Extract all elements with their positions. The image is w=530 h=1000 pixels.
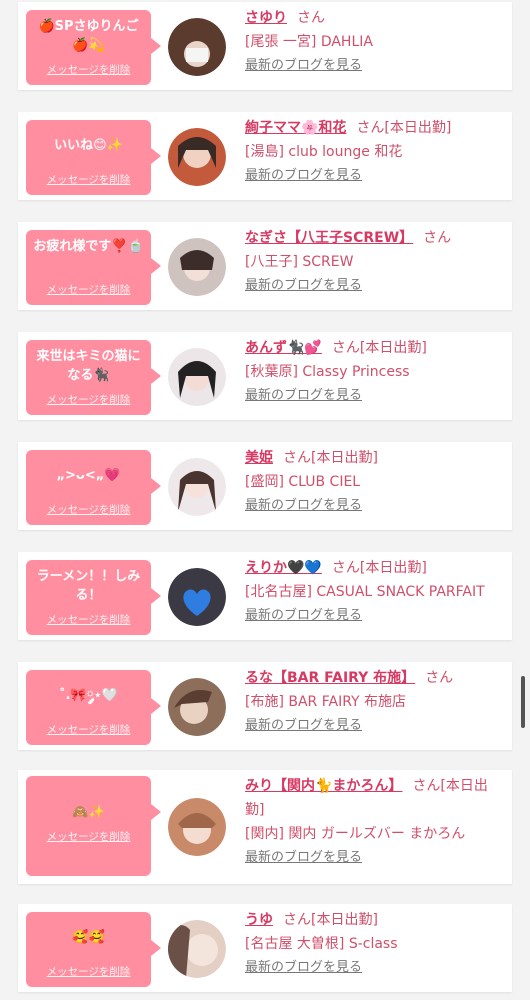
shop-label: [関内] 関内 ガールズバー まかろん <box>245 826 466 842</box>
message-bubble: 来世はキミの猫になる🐈‍⬛ メッセージを削除 <box>26 340 161 415</box>
list-item: 🥰🥰 メッセージを削除 うゆ さん[本日出勤] [名古屋 大曽根] S-class… <box>18 904 512 992</box>
shop-label: [秋葉原] Classy Princess <box>245 364 410 380</box>
delete-message-link[interactable]: メッセージを削除 <box>26 172 151 187</box>
cast-name-link[interactable]: うゆ <box>245 912 273 928</box>
shop-label: [湯島] club lounge 和花 <box>245 144 403 160</box>
avatar[interactable] <box>168 348 226 406</box>
delete-message-link[interactable]: メッセージを削除 <box>26 612 151 627</box>
avatar[interactable] <box>168 238 226 296</box>
cast-name-link[interactable]: みり【関内🐈まかろん】 <box>245 778 402 794</box>
cast-name-link[interactable]: あんず🐈‍⬛💕 <box>245 340 322 356</box>
honorific: さん[本日出勤] <box>356 120 452 136</box>
cast-name-link[interactable]: さゆり <box>245 10 287 26</box>
list-item: ラーメン！！しみる！ メッセージを削除 えりか🖤💙 さん[本日出勤] [北名古屋]… <box>18 552 512 640</box>
delete-message-link[interactable]: メッセージを削除 <box>26 62 151 77</box>
cast-info: 絢子ママ🌸和花 さん[本日出勤] [湯島] club lounge 和花 最新のブ… <box>245 116 504 188</box>
message-text: お疲れ様です❣️🍵 <box>33 239 144 254</box>
shop-label: [盛岡] CLUB CIEL <box>245 474 361 490</box>
shop-label: [尾張 一宮] DAHLIA <box>245 34 373 50</box>
list-item: お疲れ様です❣️🍵 メッセージを削除 なぎさ【八王子SCREW】 さん [八王子]… <box>18 222 512 310</box>
message-text: 🙈✨ <box>72 805 105 820</box>
cast-name-link[interactable]: えりか🖤💙 <box>245 560 322 576</box>
message-text: 🥰🥰 <box>72 930 105 945</box>
avatar[interactable] <box>168 128 226 186</box>
latest-blog-link[interactable]: 最新のブログを見る <box>245 494 504 518</box>
cast-info: さゆり さん [尾張 一宮] DAHLIA 最新のブログを見る <box>245 6 504 78</box>
cast-info: 美姫 さん[本日出勤] [盛岡] CLUB CIEL 最新のブログを見る <box>245 446 504 518</box>
message-text: ˚.🎀༘⋆🤍 <box>58 688 119 703</box>
avatar[interactable] <box>168 920 226 978</box>
list-item: „>ᴗ<„💗 メッセージを削除 美姫 さん[本日出勤] [盛岡] CLUB CIE… <box>18 442 512 530</box>
message-text: 来世はキミの猫になる🐈‍⬛ <box>36 349 141 383</box>
cast-name-link[interactable]: るな【BAR FAIRY 布施】 <box>245 670 415 686</box>
delete-message-link[interactable]: メッセージを削除 <box>26 964 151 979</box>
delete-message-link[interactable]: メッセージを削除 <box>26 282 151 297</box>
delete-message-link[interactable]: メッセージを削除 <box>26 502 151 517</box>
delete-message-link[interactable]: メッセージを削除 <box>26 722 151 737</box>
avatar[interactable] <box>168 568 226 626</box>
latest-blog-link[interactable]: 最新のブログを見る <box>245 714 504 738</box>
message-text: 🍎SPさゆりんご🍎💫 <box>38 19 139 53</box>
cast-info: みり【関内🐈まかろん】 さん[本日出勤] [関内] 関内 ガールズバー まかろん … <box>245 774 504 870</box>
delete-message-link[interactable]: メッセージを削除 <box>26 829 151 844</box>
message-text: ラーメン！！しみる！ <box>36 569 141 603</box>
message-bubble: ラーメン！！しみる！ メッセージを削除 <box>26 560 161 635</box>
latest-blog-link[interactable]: 最新のブログを見る <box>245 274 504 298</box>
latest-blog-link[interactable]: 最新のブログを見る <box>245 384 504 408</box>
honorific: さん <box>423 230 452 246</box>
honorific: さん[本日出勤] <box>331 560 427 576</box>
list-item: 🍎SPさゆりんご🍎💫 メッセージを削除 さゆり さん [尾張 一宮] DAHLIA… <box>18 2 512 90</box>
delete-message-link[interactable]: メッセージを削除 <box>26 392 151 407</box>
honorific: さん[本日出勤] <box>283 912 378 928</box>
message-bubble: „>ᴗ<„💗 メッセージを削除 <box>26 450 161 525</box>
list-item: 来世はキミの猫になる🐈‍⬛ メッセージを削除 あんず🐈‍⬛💕 さん[本日出勤] [… <box>18 332 512 420</box>
shop-label: [布施] BAR FAIRY 布施店 <box>245 694 407 710</box>
honorific: さん <box>297 10 325 26</box>
cast-name-link[interactable]: 美姫 <box>245 450 273 466</box>
latest-blog-link[interactable]: 最新のブログを見る <box>245 164 504 188</box>
cast-name-link[interactable]: なぎさ【八王子SCREW】 <box>245 230 413 246</box>
cast-info: あんず🐈‍⬛💕 さん[本日出勤] [秋葉原] Classy Princess 最新… <box>245 336 504 408</box>
message-bubble: ˚.🎀༘⋆🤍 メッセージを削除 <box>26 670 161 745</box>
message-bubble: お疲れ様です❣️🍵 メッセージを削除 <box>26 230 161 305</box>
cast-info: えりか🖤💙 さん[本日出勤] [北名古屋] CASUAL SNACK PARFAI… <box>245 556 504 628</box>
message-bubble: 🙈✨ メッセージを削除 <box>26 776 161 876</box>
list-item: 🙈✨ メッセージを削除 みり【関内🐈まかろん】 さん[本日出勤] [関内] 関内 … <box>18 770 512 884</box>
message-bubble: いいね😊✨ メッセージを削除 <box>26 120 161 195</box>
message-text: „>ᴗ<„💗 <box>56 468 121 483</box>
avatar[interactable] <box>168 458 226 516</box>
latest-blog-link[interactable]: 最新のブログを見る <box>245 956 504 980</box>
message-bubble: 🍎SPさゆりんご🍎💫 メッセージを削除 <box>26 10 161 85</box>
honorific: さん[本日出勤] <box>283 450 378 466</box>
avatar[interactable] <box>168 798 226 856</box>
cast-name-link[interactable]: 絢子ママ🌸和花 <box>245 120 346 136</box>
message-bubble: 🥰🥰 メッセージを削除 <box>26 912 161 987</box>
shop-label: [八王子] SCREW <box>245 254 354 270</box>
message-text: いいね😊✨ <box>54 138 123 153</box>
latest-blog-link[interactable]: 最新のブログを見る <box>245 604 504 628</box>
honorific: さん <box>425 670 454 686</box>
list-item: いいね😊✨ メッセージを削除 絢子ママ🌸和花 さん[本日出勤] [湯島] club… <box>18 112 512 200</box>
cast-info: るな【BAR FAIRY 布施】 さん [布施] BAR FAIRY 布施店 最新… <box>245 666 504 738</box>
shop-label: [名古屋 大曽根] S-class <box>245 936 398 952</box>
shop-label: [北名古屋] CASUAL SNACK PARFAIT <box>245 584 485 600</box>
cast-info: なぎさ【八王子SCREW】 さん [八王子] SCREW 最新のブログを見る <box>245 226 504 298</box>
latest-blog-link[interactable]: 最新のブログを見る <box>245 846 504 870</box>
cast-info: うゆ さん[本日出勤] [名古屋 大曽根] S-class 最新のブログを見る <box>245 908 504 980</box>
avatar[interactable] <box>168 18 226 76</box>
latest-blog-link[interactable]: 最新のブログを見る <box>245 54 504 78</box>
list-item: ˚.🎀༘⋆🤍 メッセージを削除 るな【BAR FAIRY 布施】 さん [布施] … <box>18 662 512 750</box>
avatar[interactable] <box>168 678 226 736</box>
honorific: さん[本日出勤] <box>331 340 427 356</box>
scrollbar[interactable] <box>521 676 525 728</box>
